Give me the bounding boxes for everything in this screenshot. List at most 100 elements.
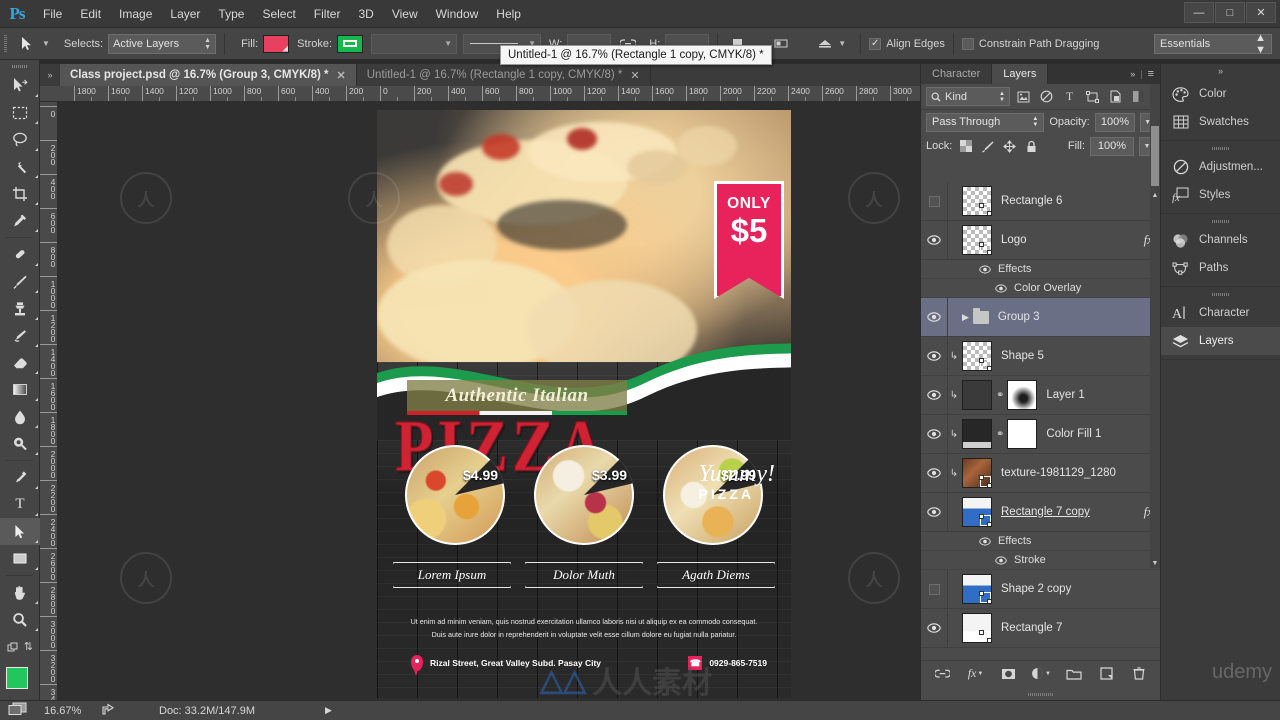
menu-select[interactable]: Select (253, 0, 304, 28)
mask-link-icon[interactable]: ⚭ (996, 429, 1004, 440)
layer-visibility-toggle[interactable] (921, 608, 948, 648)
fill-input[interactable]: 100% (1090, 136, 1134, 156)
layer-thumbnail[interactable] (962, 341, 992, 371)
layer-thumbnail[interactable] (962, 497, 992, 527)
magic-wand-tool[interactable] (0, 153, 40, 180)
pen-tool[interactable] (0, 464, 40, 491)
eyedropper-tool[interactable] (0, 207, 40, 234)
rail-group-grip[interactable] (1161, 216, 1280, 226)
more-tools-icon[interactable] (7, 641, 21, 659)
layer-row[interactable]: ↳ Shape 5 (921, 336, 1161, 376)
group-expand-arrow-icon[interactable]: ▶ (962, 312, 969, 323)
layer-name[interactable]: texture-1981129_1280 (1001, 467, 1161, 479)
gradient-tool[interactable] (0, 376, 40, 403)
vertical-ruler[interactable]: 0 200 400 600 800 1000 1200 1400 1600 1800 2000 220… (40, 102, 58, 700)
lasso-tool[interactable] (0, 126, 40, 153)
rail-group-grip[interactable] (1161, 289, 1280, 299)
history-brush-tool[interactable] (0, 322, 40, 349)
layer-thumbnail[interactable] (962, 574, 992, 604)
type-layer-filter-icon[interactable]: T (1060, 87, 1079, 106)
layer-row[interactable]: ↳ ⚭ Layer 1 (921, 375, 1161, 415)
stroke-swatch[interactable] (337, 34, 364, 53)
rectangular-marquee-tool[interactable] (0, 99, 40, 126)
tab-bar-grip[interactable]: » (40, 64, 60, 86)
rail-item-swatches[interactable]: Swatches (1161, 108, 1280, 136)
close-tab-icon[interactable]: ✕ (630, 69, 639, 82)
path-selection-tool-icon[interactable] (14, 32, 40, 56)
scroll-up-icon[interactable]: ▲ (1151, 190, 1159, 200)
constrain-path-dragging-checkbox[interactable]: Constrain Path Dragging (961, 37, 1099, 50)
opacity-input[interactable]: 100% (1094, 112, 1136, 132)
close-button[interactable]: ✕ (1246, 2, 1276, 23)
layer-row[interactable]: ↳ texture-1981129_1280 (921, 453, 1161, 493)
spot-healing-brush-tool[interactable] (0, 241, 40, 268)
document-tab-untitled-1[interactable]: Untitled-1 @ 16.7% (Rectangle 1 copy, CM… (356, 64, 651, 86)
move-tool[interactable] (0, 72, 40, 99)
layer-visibility-toggle[interactable] (921, 336, 948, 376)
swap-colors-icon[interactable]: ⇅ (24, 640, 33, 653)
path-arrangement-icon[interactable] (814, 33, 836, 55)
rectangle-tool[interactable] (0, 545, 40, 572)
lock-transparent-pixels-icon[interactable] (957, 138, 974, 155)
layers-panel-resize-grip[interactable] (921, 688, 1161, 700)
layer-thumbnail[interactable] (962, 458, 992, 488)
layer-row[interactable]: Shape 2 copy (921, 569, 1161, 609)
layer-visibility-toggle[interactable] (921, 569, 948, 609)
menu-image[interactable]: Image (110, 0, 161, 28)
layer-thumbnail[interactable] (962, 225, 992, 255)
layer-effect-item[interactable]: Stroke (921, 551, 1161, 570)
layers-list[interactable]: Rectangle 6 Logo fx Effects Color Overlay ▶ Gr… (921, 182, 1161, 666)
new-layer-icon[interactable] (1096, 663, 1118, 685)
menu-view[interactable]: View (383, 0, 427, 28)
layer-row[interactable]: ↳ ⚭ Color Fill 1 (921, 414, 1161, 454)
shape-layer-filter-icon[interactable] (1083, 87, 1102, 106)
layer-visibility-toggle[interactable] (921, 375, 948, 415)
layer-mask-thumbnail[interactable] (1007, 380, 1038, 410)
layer-visibility-toggle[interactable] (921, 182, 948, 221)
delete-layer-icon[interactable] (1128, 663, 1150, 685)
layer-row[interactable]: Rectangle 6 (921, 182, 1161, 221)
layer-name[interactable]: Shape 5 (1001, 350, 1161, 362)
zoom-level[interactable]: 16.67% (44, 705, 102, 717)
align-edges-checkbox[interactable]: ✓ Align Edges (869, 37, 945, 50)
status-screen-mode-icon[interactable] (8, 702, 28, 719)
add-layer-style-icon[interactable]: fx ▼ (965, 663, 987, 685)
tab-character[interactable]: Character (921, 64, 993, 84)
select-dropdown[interactable]: Active Layers ▲ ▼ (108, 33, 217, 54)
layer-visibility-toggle[interactable] (921, 297, 948, 337)
type-tool[interactable]: T (0, 491, 40, 518)
layer-thumbnail[interactable] (962, 186, 992, 216)
link-layers-icon[interactable] (932, 663, 954, 685)
panel-menu-icon[interactable]: ≡ (1148, 68, 1154, 80)
rail-item-styles[interactable]: fx Styles (1161, 181, 1280, 209)
layer-effect-item[interactable]: Color Overlay (921, 279, 1161, 298)
lock-position-icon[interactable] (1001, 138, 1018, 155)
layer-row[interactable]: Rectangle 7 (921, 608, 1161, 648)
tool-preset-caret-icon[interactable]: ▼ (42, 39, 50, 48)
zoom-tool[interactable] (0, 606, 40, 633)
menu-type[interactable]: Type (209, 0, 253, 28)
pixel-layer-filter-icon[interactable] (1014, 87, 1033, 106)
menu-3d[interactable]: 3D (349, 0, 382, 28)
path-extra-caret-icon[interactable]: ▼ (838, 39, 846, 48)
rail-item-adjustmen[interactable]: Adjustmen... (1161, 153, 1280, 181)
new-group-icon[interactable] (1063, 663, 1085, 685)
layer-name[interactable]: Layer 1 (1046, 389, 1161, 401)
add-layer-mask-icon[interactable] (997, 663, 1019, 685)
blend-mode-dropdown[interactable]: Pass Through ▲ ▼ (926, 112, 1045, 132)
lock-image-pixels-icon[interactable] (979, 138, 996, 155)
layer-name[interactable]: Rectangle 7 copy (1001, 506, 1144, 518)
scroll-down-icon[interactable]: ▼ (1151, 558, 1159, 568)
lock-all-icon[interactable] (1023, 138, 1040, 155)
stroke-width-field[interactable]: ▼ (371, 33, 458, 54)
menu-window[interactable]: Window (427, 0, 488, 28)
smart-object-filter-icon[interactable] (1106, 87, 1125, 106)
minimize-button[interactable]: — (1184, 2, 1214, 23)
layer-effects-row[interactable]: Effects (921, 260, 1161, 279)
path-alignment-icon[interactable] (770, 33, 792, 55)
layer-name[interactable]: Shape 2 copy (1001, 583, 1161, 595)
rail-item-paths[interactable]: Paths (1161, 254, 1280, 282)
crop-tool[interactable] (0, 180, 40, 207)
menu-layer[interactable]: Layer (161, 0, 209, 28)
flyer-artwork[interactable]: ONLY $5 Authentic Italian PIZZA Yummy! P… (377, 110, 791, 698)
